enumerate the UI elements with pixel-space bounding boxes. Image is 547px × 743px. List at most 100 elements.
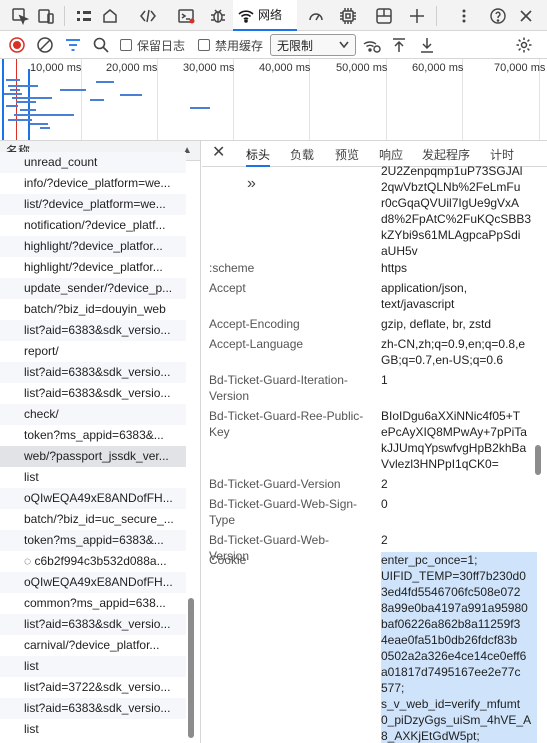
request-row[interactable]: info/?device_platform=we...	[0, 173, 186, 194]
memory-icon[interactable]	[336, 4, 360, 28]
network-toolbar: 保留日志 禁用缓存 无限制	[0, 31, 547, 59]
request-row[interactable]: carnival/?device_platfor...	[0, 635, 186, 656]
throttle-select[interactable]: 无限制	[270, 34, 356, 56]
home-icon[interactable]	[98, 4, 122, 28]
tab-preview[interactable]: 预览	[335, 141, 359, 167]
more-tabs-icon[interactable]	[72, 4, 96, 28]
header-value-line: UIFID_TEMP=30ff7b230d0	[381, 568, 537, 584]
header-value-line: zh-CN,zh;q=0.9,en;q=0.8,e	[381, 337, 526, 351]
timeline-tick: 60,000 ms	[412, 62, 464, 74]
bug-icon[interactable]	[206, 4, 230, 28]
request-row[interactable]: list?aid=6383&sdk_versio...	[0, 362, 186, 383]
request-row[interactable]: batch/?biz_id=douyin_web	[0, 299, 186, 320]
request-row[interactable]: oQIwEQA49xE8ANDofFH...	[0, 488, 186, 509]
header-value-ree: BIoIDgu6aXXiNNic4f05+T ePcAyXIQ8MPwAy+7pP…	[381, 408, 537, 472]
network-settings-button[interactable]	[515, 35, 533, 55]
request-row[interactable]: list	[0, 656, 186, 677]
timeline-bar	[10, 89, 20, 91]
network-conditions-button[interactable]	[362, 35, 382, 55]
chevron-double-right-icon[interactable]: »	[247, 175, 256, 193]
request-row[interactable]: token?ms_appid=6383&...	[0, 530, 186, 551]
request-row[interactable]: batch/?biz_id=uc_secure_...	[0, 509, 186, 530]
header-value-line: 0_piDzyGgs_uiSm_4hVE_A	[381, 712, 537, 728]
header-name-web_sign: Bd-Ticket-Guard-Web-Sign-Type	[209, 497, 358, 527]
header-value-line: 2	[381, 533, 388, 547]
timeline-bar	[30, 123, 48, 125]
header-value-line: enter_pc_once=1;	[381, 552, 537, 568]
request-row[interactable]: check/	[0, 404, 186, 425]
add-icon[interactable]	[405, 4, 429, 28]
export-har-button[interactable]	[418, 35, 436, 55]
preserve-log-toggle[interactable]: 保留日志	[120, 35, 185, 55]
more-options-icon[interactable]	[452, 4, 476, 28]
divider	[436, 6, 437, 26]
clear-button[interactable]	[36, 35, 54, 55]
chevron-down-icon	[339, 41, 349, 49]
timeline-bar	[20, 109, 36, 111]
console-icon[interactable]	[174, 4, 198, 28]
header-value-version: 2	[381, 476, 537, 492]
performance-icon[interactable]	[304, 4, 328, 28]
header-value-line: 2U2Zenpqmp1uP73SGJAl	[381, 164, 523, 178]
request-row-selected[interactable]: web/?passport_jssdk_ver...	[0, 446, 186, 467]
request-row[interactable]: list?aid=6383&sdk_versio...	[0, 320, 186, 341]
devtools-tab-strip: 网络	[0, 0, 547, 31]
request-row[interactable]: report/	[0, 341, 186, 362]
request-row[interactable]: list?aid=6383&sdk_versio...	[0, 614, 186, 635]
header-value-line: s_v_web_id=verify_mfumt	[381, 696, 537, 712]
inspect-icon[interactable]	[8, 4, 32, 28]
request-row[interactable]: unread_count	[0, 152, 186, 173]
header-value-line: gzip, deflate, br, zstd	[381, 317, 492, 331]
filter-button[interactable]	[64, 35, 82, 55]
close-icon[interactable]	[514, 4, 538, 28]
request-row[interactable]: list	[0, 719, 186, 740]
application-icon[interactable]	[372, 4, 396, 28]
request-row[interactable]: ◌ c6b2f994c3b532d088a...	[0, 551, 186, 572]
timeline-bar	[14, 114, 74, 116]
import-har-button[interactable]	[390, 35, 408, 55]
request-row[interactable]: token?ms_appid=6383&...	[0, 425, 186, 446]
header-name-accept_encoding: Accept-Encoding	[209, 317, 300, 331]
search-button[interactable]	[92, 35, 110, 55]
request-row[interactable]: highlight/?device_platfor...	[0, 236, 186, 257]
details-scrollbar[interactable]	[535, 445, 541, 475]
timeline-bar	[120, 94, 142, 96]
request-row[interactable]: list?aid=6383&sdk_versio...	[0, 698, 186, 719]
request-row[interactable]: highlight/?device_platfor...	[0, 257, 186, 278]
disable-cache-checkbox[interactable]	[198, 39, 210, 51]
header-value-scheme_label: https	[381, 260, 537, 276]
tab-headers[interactable]: 标头	[246, 141, 271, 167]
timeline-tick: 20,000 ms	[106, 62, 158, 74]
record-button[interactable]	[8, 35, 26, 55]
timeline-tick: 30,000 ms	[183, 62, 235, 74]
close-details-icon[interactable]: ✕	[212, 141, 225, 167]
request-row[interactable]: common?ms_appid=638...	[0, 593, 186, 614]
header-value-line: BIoIDgu6aXXiNNic4f05+T	[381, 409, 521, 423]
header-value-line: 4eae0fa51b0db26fdcf83b	[381, 632, 537, 648]
network-icon	[238, 9, 254, 23]
request-row[interactable]: list?aid=3722&sdk_versio...	[0, 677, 186, 698]
preserve-log-checkbox[interactable]	[120, 39, 132, 51]
disable-cache-toggle[interactable]: 禁用缓存	[198, 35, 263, 55]
header-value-line: 1	[381, 373, 388, 387]
help-icon[interactable]	[486, 4, 510, 28]
header-value-line: kZYbi9s61MLAgpcaPpSdi	[381, 228, 521, 242]
list-scrollbar[interactable]	[188, 598, 194, 738]
timeline-bar	[8, 119, 32, 121]
timeline-overview[interactable]: 10,000 ms 20,000 ms 30,000 ms 40,000 ms …	[0, 59, 547, 141]
divider	[64, 6, 65, 26]
request-row[interactable]: notification/?device_platf...	[0, 215, 186, 236]
request-row[interactable]: list/?device_platform=we...	[0, 194, 186, 215]
header-name-ree: Bd-Ticket-Guard-Ree-Public-Key	[209, 409, 364, 439]
device-toggle-icon[interactable]	[34, 4, 58, 28]
elements-icon[interactable]	[136, 4, 160, 28]
request-list: 名称 ▲ unread_count info/?device_platform=w…	[0, 141, 201, 743]
header-value-line: 3ed4fd5546706fc508e072	[381, 584, 537, 600]
tab-payload[interactable]: 负载	[290, 141, 314, 167]
request-row[interactable]: oQIwEQA49xE8ANDofFH...	[0, 572, 186, 593]
request-row[interactable]: list	[0, 467, 186, 488]
request-row[interactable]: list?aid=6383&sdk_versio...	[0, 383, 186, 404]
tab-network[interactable]: 网络	[233, 0, 297, 31]
preserve-log-label: 保留日志	[137, 38, 186, 53]
request-row[interactable]: update_sender/?device_p...	[0, 278, 186, 299]
